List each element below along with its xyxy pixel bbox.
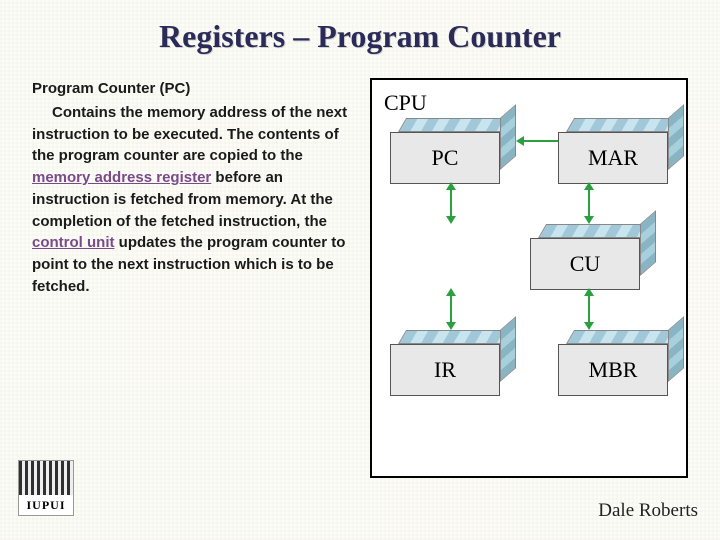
pc-block: PC <box>390 132 500 184</box>
iupui-logo: IUPUI <box>18 460 74 516</box>
cu-block: CU <box>530 238 640 290</box>
mbr-block: MBR <box>558 344 668 396</box>
author-name: Dale Roberts <box>598 500 698 522</box>
arrow-cu-down <box>588 294 590 324</box>
memory-address-register-link[interactable]: memory address register <box>32 169 211 186</box>
arrow-pc-down <box>450 188 452 218</box>
arrow-pc-mar <box>522 140 562 142</box>
ir-block: IR <box>390 344 500 396</box>
logo-text: IUPUI <box>19 495 73 515</box>
pc-subtitle: Program Counter (PC) <box>32 78 352 100</box>
diagram-row-2: CU <box>390 238 668 290</box>
cpu-diagram: CPU PC MAR CU IR MBR <box>370 78 688 478</box>
arrow-mar-down <box>588 188 590 218</box>
body-text: Program Counter (PC) Contains the memory… <box>32 78 352 298</box>
logo-graphic <box>19 461 73 495</box>
cpu-label: CPU <box>384 90 674 116</box>
mbr-block-label: MBR <box>558 344 668 396</box>
diagram-row-1: PC MAR <box>390 132 668 184</box>
para-pre: Contains the memory address of the next … <box>32 104 347 165</box>
diagram-row-3: IR MBR <box>390 344 668 396</box>
mar-block-label: MAR <box>558 132 668 184</box>
mar-block: MAR <box>558 132 668 184</box>
control-unit-link[interactable]: control unit <box>32 234 115 251</box>
ir-block-label: IR <box>390 344 500 396</box>
diagram-arrows-2 <box>390 290 668 328</box>
cu-block-label: CU <box>530 238 640 290</box>
diagram-arrows-1 <box>390 184 668 222</box>
pc-description: Contains the memory address of the next … <box>32 102 352 298</box>
arrow-ir-up <box>450 294 452 324</box>
pc-block-label: PC <box>390 132 500 184</box>
slide-title: Registers – Program Counter <box>0 18 720 55</box>
